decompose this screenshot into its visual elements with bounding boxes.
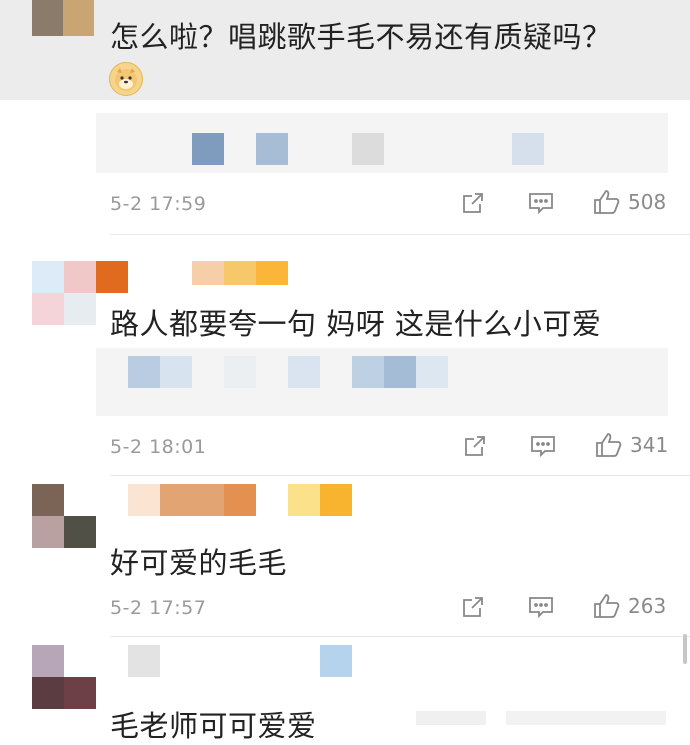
share-button[interactable] — [462, 433, 488, 459]
comment-icon — [527, 594, 555, 620]
comment-timestamp: 5-2 17:57 — [110, 597, 207, 619]
comment-2: 路人都要夸一句 妈呀 这是什么小可爱 5-2 18:01 341 — [0, 235, 690, 475]
username[interactable] — [128, 484, 352, 516]
reply-preview-box[interactable] — [96, 348, 668, 416]
comment-timestamp: 5-2 17:59 — [110, 193, 207, 215]
like-count: 341 — [630, 433, 669, 457]
thumbs-up-icon — [592, 592, 622, 620]
share-icon — [462, 433, 488, 459]
avatar[interactable] — [32, 645, 96, 709]
like-count: 263 — [628, 594, 667, 618]
comment-text: 好可爱的毛毛 — [110, 546, 288, 580]
username[interactable] — [128, 645, 352, 677]
comment-icon — [529, 433, 557, 459]
username[interactable] — [192, 261, 288, 285]
comment-text: 路人都要夸一句 妈呀 这是什么小可爱 — [110, 307, 602, 341]
like-count: 508 — [628, 190, 667, 214]
like-button[interactable]: 263 — [592, 592, 666, 620]
comment-3: 好可爱的毛毛 5-2 17:57 263 — [0, 476, 690, 636]
share-icon — [460, 190, 486, 216]
like-button[interactable]: 508 — [592, 188, 666, 216]
comment-text: 毛老师可可爱爱 — [110, 709, 317, 743]
share-button[interactable] — [460, 190, 486, 216]
avatar[interactable] — [32, 484, 96, 548]
scrollbar[interactable] — [683, 634, 687, 664]
like-button[interactable]: 341 — [594, 431, 668, 459]
comment-timestamp: 5-2 18:01 — [110, 436, 207, 458]
doge-emoji-icon — [109, 62, 143, 96]
thumbs-up-icon — [594, 431, 624, 459]
reply-preview-box[interactable] — [416, 707, 670, 731]
share-button[interactable] — [460, 594, 486, 620]
comment-4: 毛老师可可爱爱 — [0, 634, 690, 743]
avatar[interactable] — [32, 0, 94, 36]
comment-button[interactable] — [527, 594, 555, 620]
comment-button[interactable] — [529, 433, 557, 459]
share-icon — [460, 594, 486, 620]
comment-icon — [527, 190, 555, 216]
comment-1: 怎么啦？唱跳歌手毛不易还有质疑吗？ 5-2 17:59 508 — [0, 0, 690, 235]
thumbs-up-icon — [592, 188, 622, 216]
comment-text: 怎么啦？唱跳歌手毛不易还有质疑吗？ — [110, 20, 612, 54]
comment-button[interactable] — [527, 190, 555, 216]
reply-preview-box[interactable] — [96, 113, 668, 173]
